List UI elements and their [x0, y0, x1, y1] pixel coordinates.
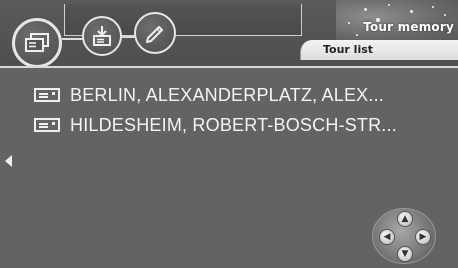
tour-list-button[interactable]	[12, 18, 62, 68]
star-icon	[348, 22, 350, 24]
dpad-right-button[interactable]: ▶	[415, 229, 431, 245]
list-item[interactable]: BERLIN, ALEXANDERPLATZ, ALEX...	[34, 80, 434, 110]
dpad-left-button[interactable]: ◀	[379, 229, 395, 245]
star-icon	[364, 8, 367, 11]
import-button[interactable]	[82, 16, 122, 56]
dpad-up-button[interactable]: ▲	[397, 211, 413, 227]
star-icon	[410, 10, 413, 13]
edit-button[interactable]	[134, 12, 176, 54]
list-cards-icon	[25, 33, 49, 52]
direction-pad[interactable]: ▲ ◀ ▶ ▼	[372, 208, 436, 264]
star-icon	[388, 4, 390, 6]
star-icon	[432, 6, 434, 8]
tour-label: HILDESHEIM, ROBERT-BOSCH-STR...	[70, 114, 397, 135]
destination-card-icon	[34, 118, 60, 132]
import-tray-icon	[93, 26, 111, 46]
star-icon	[444, 14, 446, 16]
tour-label: BERLIN, ALEXANDERPLATZ, ALEX...	[70, 84, 384, 105]
tour-list: BERLIN, ALEXANDERPLATZ, ALEX... HILDESHE…	[34, 80, 434, 140]
dpad-down-button[interactable]: ▼	[397, 246, 413, 262]
star-icon	[356, 34, 358, 36]
tour-memory-banner: Tour memory	[336, 0, 458, 42]
scroll-left-arrow-icon[interactable]	[5, 155, 12, 167]
tab-tour-list[interactable]: Tour list	[300, 40, 458, 60]
header-divider	[0, 66, 458, 68]
navigation-screen: Tour memory Tour list BERLIN, ALEXANDERP…	[0, 0, 458, 268]
header-bar: Tour memory Tour list	[0, 0, 458, 68]
destination-card-icon	[34, 88, 60, 102]
list-item[interactable]: HILDESHEIM, ROBERT-BOSCH-STR...	[34, 110, 434, 140]
button-connector	[62, 38, 84, 40]
banner-title: Tour memory	[363, 20, 454, 34]
pencil-icon	[146, 26, 163, 43]
tab-label: Tour list	[323, 43, 374, 56]
